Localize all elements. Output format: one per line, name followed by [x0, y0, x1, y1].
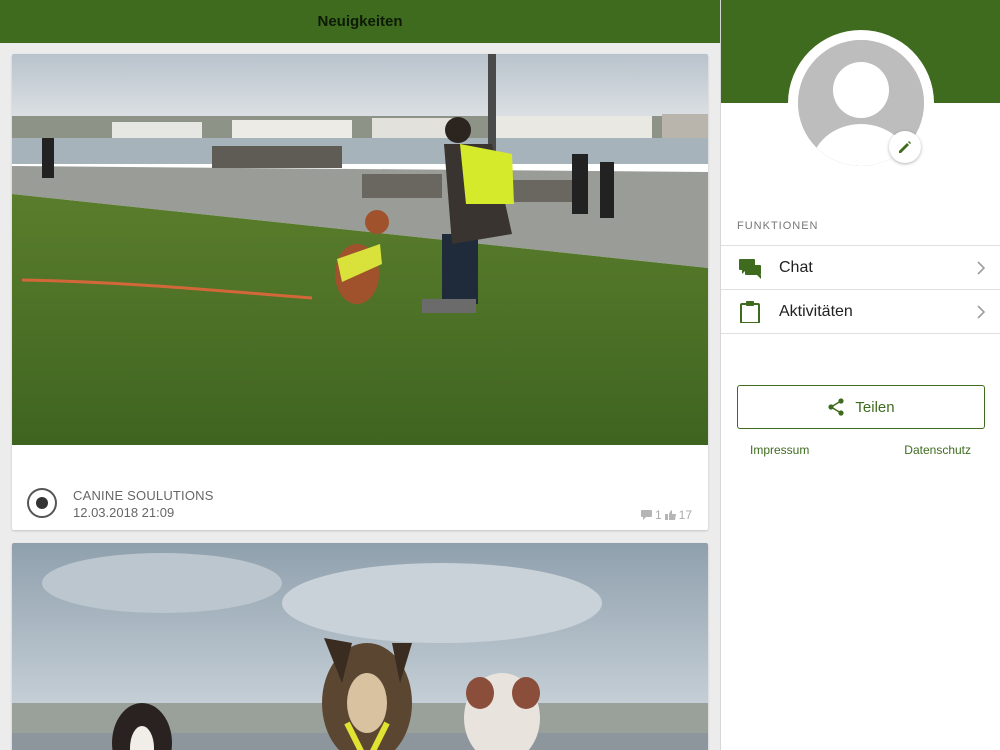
comment-icon[interactable] [640, 510, 652, 520]
impressum-link[interactable]: Impressum [750, 443, 809, 457]
chevron-right-icon [977, 261, 985, 275]
photo-dog-training-riverside [12, 54, 708, 445]
post-date: 12.03.2018 21:09 [73, 505, 175, 520]
edit-profile-button[interactable] [889, 131, 921, 163]
post-card[interactable] [12, 543, 708, 750]
page-title: Neuigkeiten [317, 13, 403, 30]
menu-item-chat[interactable]: Chat [721, 246, 1000, 290]
menu-item-activities[interactable]: Aktivitäten [721, 290, 1000, 334]
chat-icon [739, 259, 761, 279]
post-photo[interactable] [12, 543, 708, 750]
photo-dogs-by-river [12, 543, 708, 750]
clipboard-icon [740, 301, 760, 323]
post-stats: 1 17 [640, 508, 692, 522]
share-label: Teilen [855, 398, 895, 416]
share-icon [828, 398, 844, 416]
section-label-functions: FUNKTIONEN [737, 220, 819, 232]
share-button[interactable]: Teilen [737, 385, 985, 429]
post-photo[interactable] [12, 54, 708, 445]
sidebar: FUNKTIONEN Chat Aktivitäten Teilen Impre… [720, 0, 1000, 750]
pencil-icon [899, 141, 911, 153]
feed-header: Neuigkeiten [0, 0, 720, 43]
app-root: Neuigkeiten CANINE SOULUTIONS 12.03.2018… [0, 0, 1000, 750]
post-card[interactable]: CANINE SOULUTIONS 12.03.2018 21:09 1 17 [12, 54, 708, 530]
datenschutz-link[interactable]: Datenschutz [904, 443, 971, 457]
comment-count: 1 [654, 508, 662, 522]
menu-item-label: Aktivitäten [779, 302, 853, 320]
post-footer: CANINE SOULUTIONS 12.03.2018 21:09 1 17 [12, 445, 708, 530]
post-author[interactable]: CANINE SOULUTIONS [73, 488, 214, 503]
author-logo[interactable] [27, 488, 57, 518]
functions-menu: Chat Aktivitäten [721, 245, 1000, 334]
thumbs-up-icon[interactable] [664, 510, 676, 520]
chevron-right-icon [977, 305, 985, 319]
news-feed: Neuigkeiten CANINE SOULUTIONS 12.03.2018… [0, 0, 720, 750]
like-count: 17 [678, 508, 692, 522]
menu-item-label: Chat [779, 258, 813, 276]
